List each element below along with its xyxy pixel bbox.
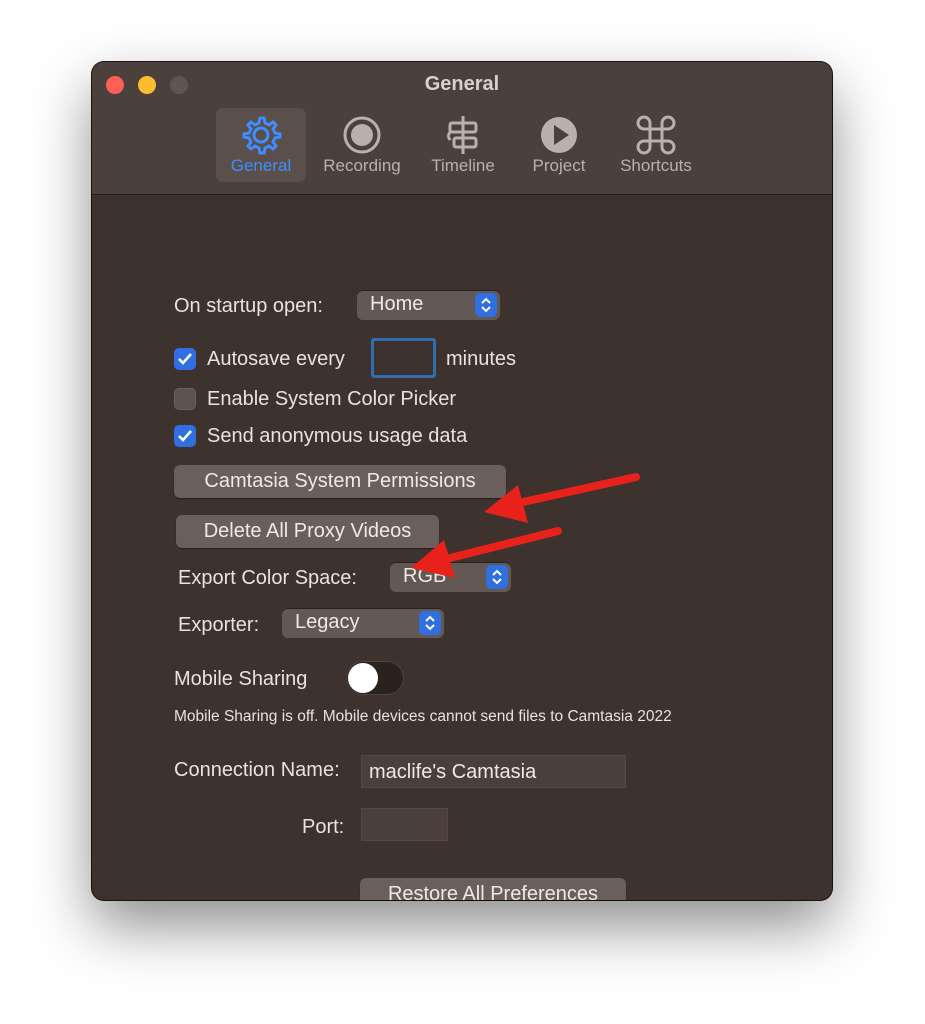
annotation-arrow-exporter [411, 527, 562, 578]
annotation-arrows [411, 473, 640, 578]
annotation-arrow-color-space [484, 473, 640, 523]
